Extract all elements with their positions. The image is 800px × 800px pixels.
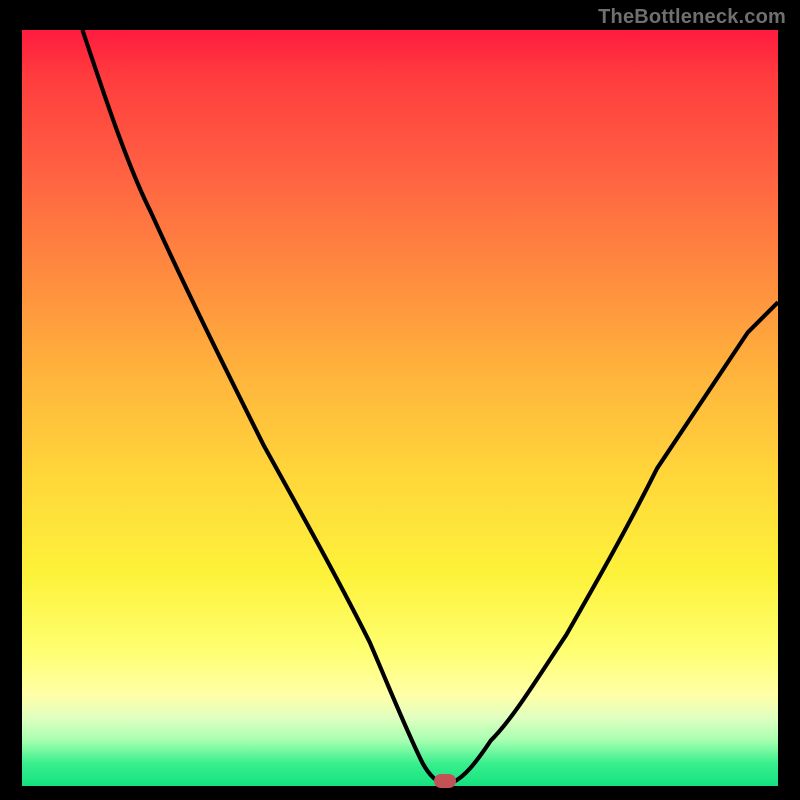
- curve-svg: [22, 30, 778, 786]
- chart-frame: TheBottleneck.com: [0, 0, 800, 800]
- bottleneck-marker: [434, 774, 456, 788]
- plot-area: [22, 30, 778, 786]
- bottleneck-curve: [82, 30, 778, 782]
- watermark-text: TheBottleneck.com: [598, 6, 786, 29]
